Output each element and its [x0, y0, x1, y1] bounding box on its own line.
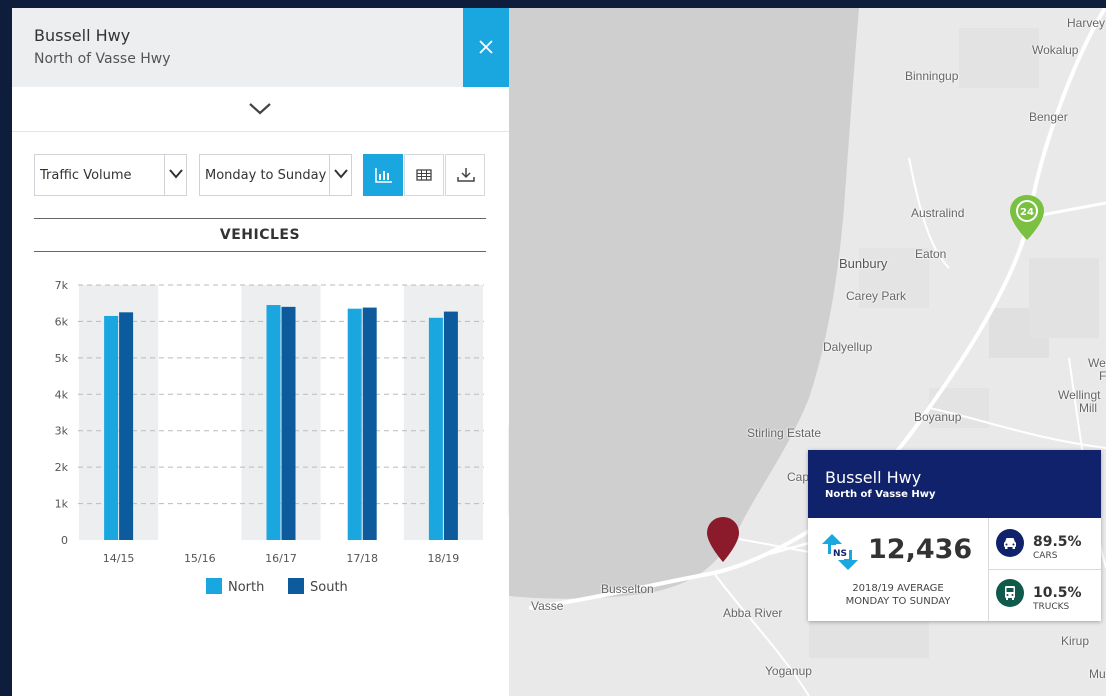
close-icon: [479, 40, 493, 54]
chart-column-band: [241, 285, 321, 540]
bar-north: [347, 308, 362, 540]
chevron-down-icon: [164, 155, 186, 195]
place-label: Mu: [1089, 667, 1106, 681]
x-tick-label: 17/18: [346, 552, 378, 565]
days-select-value: Monday to Sunday: [205, 168, 327, 183]
y-tick-label: 3k: [55, 425, 69, 438]
chevron-down-icon: [249, 103, 271, 115]
metric-select-value: Traffic Volume: [40, 168, 132, 183]
north-south-direction-icon: NS: [822, 534, 858, 570]
chart-rule-bottom: [34, 251, 486, 252]
chart-rule-top: [34, 218, 486, 219]
place-label: Boyanup: [914, 410, 962, 424]
place-label: Binningup: [905, 69, 959, 83]
legend-swatch-south: [288, 578, 304, 594]
table-view-button[interactable]: [404, 154, 444, 196]
x-tick-label: 14/15: [103, 552, 135, 565]
chevron-down-icon: [329, 155, 351, 195]
place-label: Australind: [911, 206, 965, 220]
close-button[interactable]: [463, 8, 509, 87]
direction-label: NS: [833, 549, 847, 559]
average-volume-count: 12,436: [868, 534, 973, 565]
place-label: Wokalup: [1032, 43, 1079, 57]
legend-label: North: [228, 580, 264, 595]
bar-south: [362, 307, 377, 540]
bar-south: [119, 312, 134, 540]
place-label: Dalyellup: [823, 340, 873, 354]
place-label: Carey Park: [846, 289, 907, 303]
info-card-title: Bussell Hwy: [825, 468, 922, 487]
days-select[interactable]: Monday to Sunday: [199, 154, 352, 196]
panel-header: Bussell Hwy North of Vasse Hwy: [12, 8, 463, 87]
place-label: Harvey: [1067, 16, 1106, 30]
place-label: We: [1088, 356, 1106, 370]
selected-location-marker-icon[interactable]: [706, 516, 740, 564]
y-tick-label: 4k: [55, 388, 69, 401]
download-button[interactable]: [445, 154, 485, 196]
info-card-subtitle: North of Vasse Hwy: [825, 489, 936, 500]
place-label: Wellingt: [1058, 388, 1101, 402]
station-marker-icon[interactable]: 24: [1009, 194, 1045, 242]
bar-north: [266, 305, 281, 540]
place-label: Cap: [787, 470, 810, 484]
place-label: F: [1099, 369, 1106, 383]
side-panel: Bussell Hwy North of Vasse Hwy Traffic V…: [12, 8, 509, 696]
bar-north: [104, 315, 119, 540]
legend-label: South: [310, 580, 348, 595]
chart-column-band: [403, 285, 483, 540]
cars-percentage: 89.5%: [1033, 534, 1082, 550]
legend-swatch-north: [206, 578, 222, 594]
x-tick-label: 18/19: [428, 552, 460, 565]
x-tick-label: 16/17: [265, 552, 297, 565]
panel-title: Bussell Hwy: [34, 26, 131, 45]
x-tick-label: 15/16: [184, 552, 216, 565]
station-marker-badge: 24: [1020, 207, 1034, 218]
y-tick-label: 0: [61, 534, 68, 547]
average-period-label: 2018/19 AVERAGE: [852, 583, 944, 594]
chart-column-band: [79, 285, 159, 540]
truck-icon: [996, 579, 1024, 607]
average-days-label: MONDAY TO SUNDAY: [845, 596, 951, 607]
place-label: Kirup: [1061, 634, 1090, 648]
trucks-percentage: 10.5%: [1033, 585, 1082, 601]
cars-label: CARS: [1033, 551, 1058, 561]
download-icon: [457, 168, 475, 182]
chart-title: VEHICLES: [219, 227, 301, 243]
bar-north: [428, 317, 443, 540]
place-label: Eaton: [915, 247, 947, 261]
info-card-header: Bussell Hwy North of Vasse Hwy: [808, 450, 1101, 518]
y-tick-label: 1k: [55, 498, 69, 511]
vehicles-bar-chart: 0 1k 2k 3k 4k 5k 6k 7k 14/15 15/16 16/17 17/18 18/19…: [55, 279, 484, 595]
place-label: Abba River: [723, 606, 783, 620]
y-tick-label: 7k: [55, 279, 69, 292]
y-tick-label: 2k: [55, 461, 69, 474]
car-icon: [996, 529, 1024, 557]
y-tick-label: 6k: [55, 315, 69, 328]
trucks-label: TRUCKS: [1033, 602, 1070, 612]
place-label: Yoganup: [765, 664, 812, 678]
place-label: Bunbury: [839, 256, 888, 271]
bar-chart-icon: [375, 168, 392, 183]
site-info-card: Bussell Hwy North of Vasse Hwy NS 12,436…: [808, 450, 1101, 621]
marker-connector: [739, 538, 809, 553]
info-card-divider: [988, 569, 1101, 570]
chart-view-button[interactable]: [363, 154, 403, 196]
panel-subtitle: North of Vasse Hwy: [34, 51, 171, 67]
place-label: Benger: [1029, 110, 1068, 124]
place-label: Vasse: [531, 599, 564, 613]
place-label: Mill: [1079, 401, 1097, 415]
table-icon: [416, 169, 432, 181]
collapse-toggle[interactable]: [12, 87, 509, 132]
y-tick-label: 5k: [55, 352, 69, 365]
place-label: Busselton: [601, 582, 654, 596]
metric-select[interactable]: Traffic Volume: [34, 154, 187, 196]
bar-south: [443, 311, 458, 540]
place-label: Stirling Estate: [747, 426, 822, 440]
bar-south: [281, 306, 296, 540]
